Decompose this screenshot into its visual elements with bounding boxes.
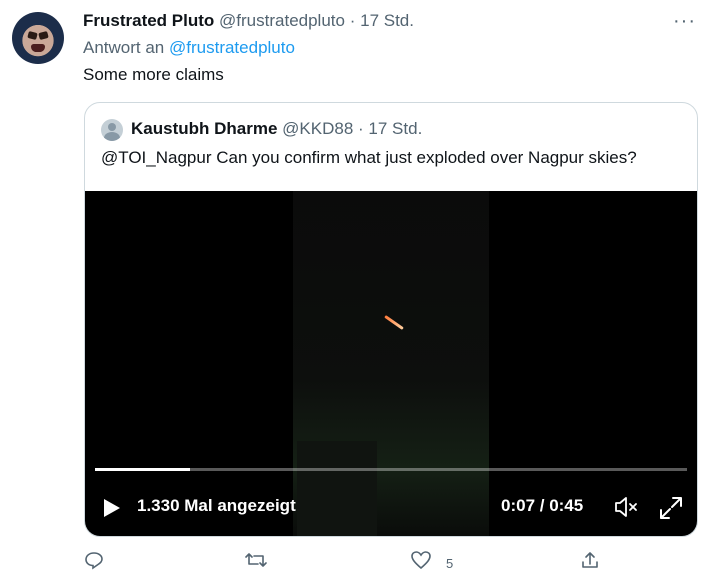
tweet-time[interactable]: 17 Std. (360, 11, 414, 30)
quoted-avatar[interactable] (101, 119, 123, 141)
avatar-eye-right (38, 30, 49, 41)
view-count: 1.330 Mal angezeigt (137, 496, 296, 515)
separator-dot: · (349, 11, 356, 30)
reply-context: Antwort an @frustratedpluto (83, 38, 295, 58)
reply-prefix: Antwort an (83, 38, 165, 57)
video-progress-bar[interactable] (95, 468, 687, 471)
quoted-tweet[interactable]: Kaustubh Dharme @KKD88 · 17 Std. @TOI_Na… (84, 102, 698, 537)
avatar-mouth (31, 44, 45, 52)
reply-icon[interactable] (84, 550, 104, 570)
like-icon[interactable] (410, 550, 432, 570)
reply-to-link[interactable]: @frustratedpluto (169, 38, 295, 57)
author-name[interactable]: Frustrated Pluto (83, 11, 214, 30)
video-silhouette (297, 441, 377, 536)
mute-icon[interactable] (613, 495, 641, 524)
quoted-time[interactable]: 17 Std. (368, 119, 422, 138)
author-handle[interactable]: @frustratedpluto (219, 11, 345, 30)
fullscreen-icon[interactable] (658, 495, 684, 526)
more-options-icon[interactable]: ··· (673, 10, 696, 33)
video-duration: 0:07 / 0:45 (501, 496, 584, 515)
tweet-text: Some more claims (83, 65, 224, 84)
play-icon[interactable] (103, 498, 121, 523)
tweet-header: Frustrated Pluto @frustratedpluto · 17 S… (83, 11, 414, 31)
retweet-icon[interactable] (244, 550, 268, 570)
share-icon[interactable] (580, 550, 600, 570)
quoted-author-handle[interactable]: @KKD88 (282, 119, 353, 138)
quoted-header: Kaustubh Dharme @KKD88 · 17 Std. (131, 119, 422, 139)
quoted-text: @TOI_Nagpur Can you confirm what just ex… (101, 148, 637, 167)
video-progress-fill (95, 468, 190, 471)
tweet-actions (0, 548, 720, 570)
quoted-author-name[interactable]: Kaustubh Dharme (131, 119, 277, 138)
video-player[interactable]: 1.330 Mal angezeigt 0:07 / 0:45 (85, 191, 697, 536)
quoted-separator-dot: · (358, 119, 364, 138)
user-avatar[interactable] (12, 12, 64, 64)
like-count: 5 (446, 556, 454, 571)
avatar-eye-left (27, 30, 38, 41)
